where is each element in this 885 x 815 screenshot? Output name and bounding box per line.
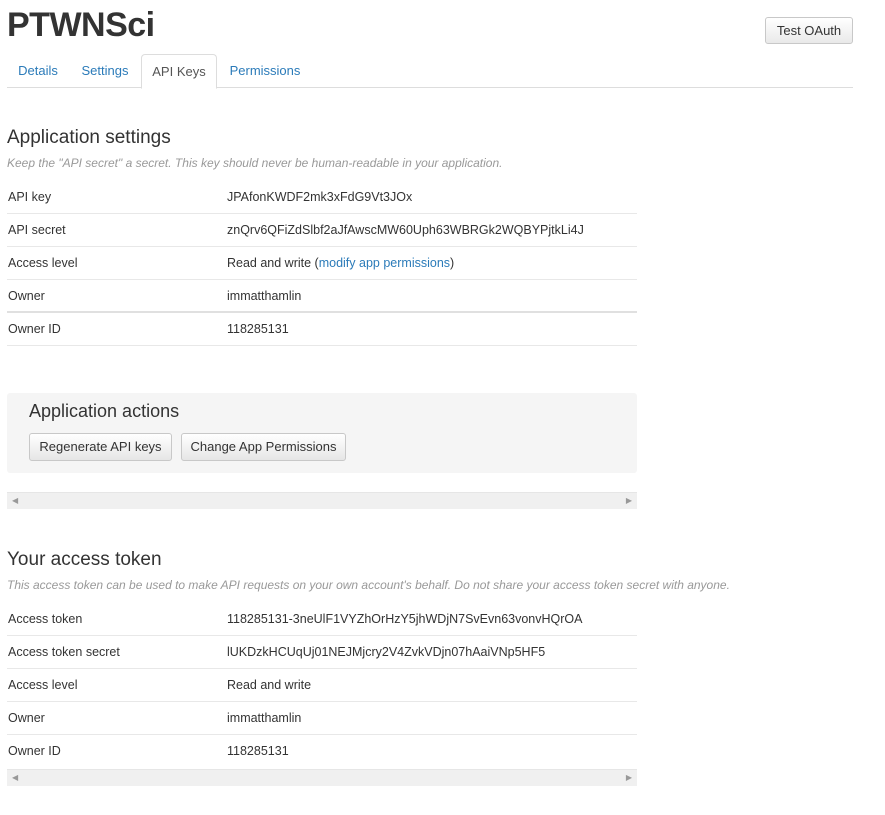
access-level-value: Read and write (modify app permissions) — [227, 256, 454, 270]
scroll-right-icon[interactable]: ▶ — [626, 773, 632, 782]
page-title: PTWNSci — [7, 6, 155, 44]
test-oauth-button[interactable]: Test OAuth — [765, 17, 853, 44]
row-key: API key — [8, 190, 52, 204]
api-key-value: JPAfonKWDF2mk3xFdG9Vt3JOx — [227, 190, 413, 204]
app-actions-title: Application actions — [29, 401, 180, 421]
table-row: Access token secret lUKDzkHCUqUj01NEJMjc… — [7, 636, 637, 669]
scroll-left-icon[interactable]: ◀ — [12, 773, 18, 782]
table-row: Owner immatthamlin — [7, 702, 637, 735]
access-token-title: Your access token — [7, 549, 162, 570]
owner-id-value: 118285131 — [227, 744, 289, 758]
access-token-value: 118285131-3neUlF1VYZhOrHzY5jhWDjN7SvEvn6… — [227, 612, 583, 626]
table-row: Access level Read and write (modify app … — [7, 247, 637, 280]
tab-settings[interactable]: Settings — [71, 54, 139, 88]
table-row: Access level Read and write — [7, 669, 637, 702]
row-key: API secret — [8, 223, 66, 237]
table-row: Access token 118285131-3neUlF1VYZhOrHzY5… — [7, 603, 637, 636]
row-key: Access level — [8, 678, 78, 692]
regenerate-api-keys-button[interactable]: Regenerate API keys — [29, 433, 172, 461]
access-token-description: This access token can be used to make AP… — [7, 578, 730, 592]
app-settings-description: Keep the "API secret" a secret. This key… — [7, 156, 503, 170]
table-row: Owner immatthamlin — [7, 280, 637, 313]
row-key: Access token — [8, 612, 83, 626]
tab-details[interactable]: Details — [7, 54, 69, 88]
owner-value: immatthamlin — [227, 289, 302, 303]
scroll-left-icon[interactable]: ◀ — [12, 496, 18, 505]
row-key: Owner — [8, 289, 45, 303]
access-level-text: Read and write ( — [227, 256, 319, 270]
row-key: Access level — [8, 256, 78, 270]
access-token-secret-value: lUKDzkHCUqUj01NEJMjcry2V4ZvkVDjn07hAaiVN… — [227, 645, 546, 659]
row-key: Access token secret — [8, 645, 120, 659]
owner-id-value: 118285131 — [227, 322, 289, 336]
table-row: Owner ID 118285131 — [7, 313, 637, 346]
change-app-permissions-button[interactable]: Change App Permissions — [181, 433, 346, 461]
owner-value: immatthamlin — [227, 711, 302, 725]
horizontal-scrollbar[interactable]: ◀ ▶ — [7, 492, 637, 509]
tab-api-keys[interactable]: API Keys — [141, 54, 217, 89]
tab-bar: Details Settings API Keys Permissions — [7, 54, 853, 89]
modify-app-permissions-link[interactable]: modify app permissions — [319, 256, 450, 270]
table-row: API key JPAfonKWDF2mk3xFdG9Vt3JOx — [7, 181, 637, 214]
horizontal-scrollbar[interactable]: ◀ ▶ — [7, 769, 637, 786]
app-settings-title: Application settings — [7, 127, 171, 148]
table-row: Owner ID 118285131 — [7, 735, 637, 768]
access-level-suffix: ) — [450, 256, 455, 270]
access-token-table: Access token 118285131-3neUlF1VYZhOrHzY5… — [7, 603, 637, 768]
api-secret-value: znQrv6QFiZdSlbf2aJfAwscMW60Uph63WBRGk2WQ… — [227, 223, 584, 237]
table-row: API secret znQrv6QFiZdSlbf2aJfAwscMW60Up… — [7, 214, 637, 247]
tab-permissions[interactable]: Permissions — [219, 54, 311, 88]
row-key: Owner ID — [8, 322, 61, 336]
row-key: Owner — [8, 711, 45, 725]
access-level-value: Read and write — [227, 678, 312, 692]
app-actions-panel: Application actions Regenerate API keys … — [7, 393, 637, 473]
app-settings-table: API key JPAfonKWDF2mk3xFdG9Vt3JOx API se… — [7, 181, 637, 346]
scroll-right-icon[interactable]: ▶ — [626, 496, 632, 505]
row-key: Owner ID — [8, 744, 61, 758]
